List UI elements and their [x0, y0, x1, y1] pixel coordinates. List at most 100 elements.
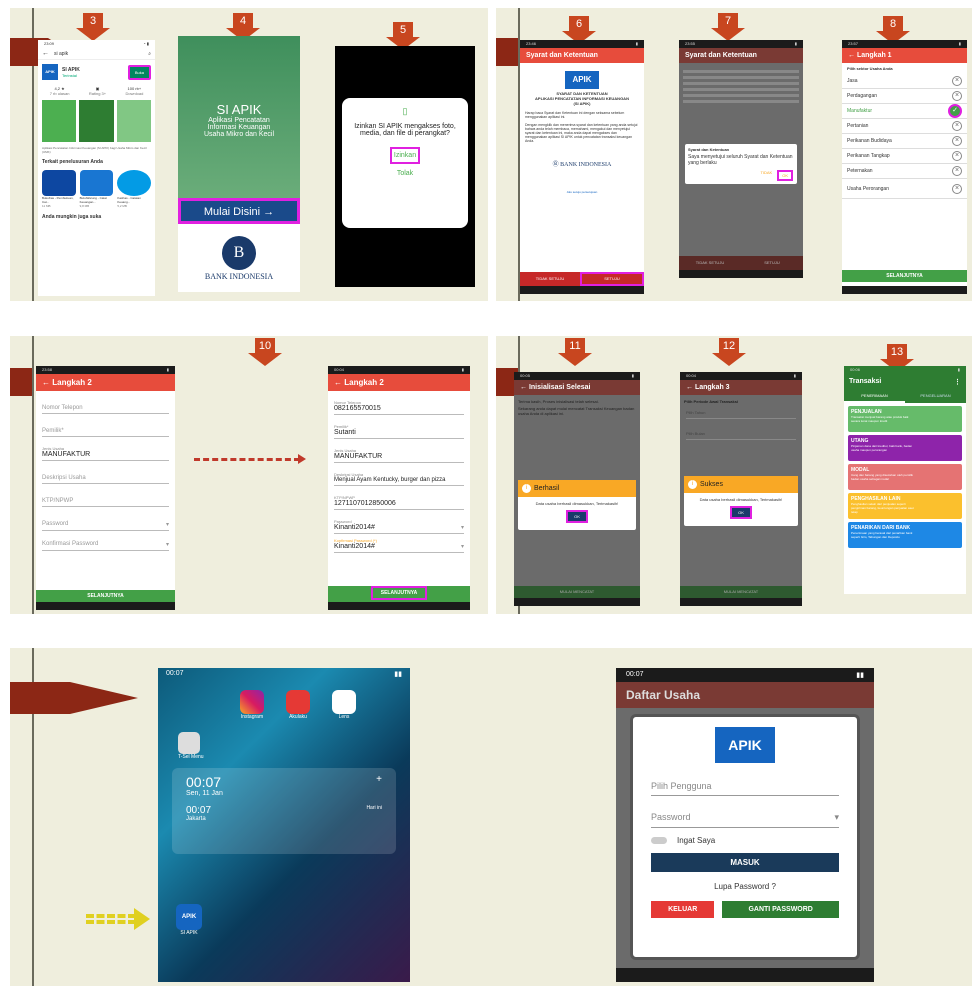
sector-row[interactable]: Perikanan Tangkap × — [842, 149, 967, 164]
related-app-3[interactable]: KasKas - Catatan Keuang... — [117, 196, 151, 204]
password-input[interactable]: Password ▾ — [651, 808, 839, 828]
ok-button[interactable]: OK — [730, 506, 752, 519]
desc-field[interactable]: Deskripsi Usaha Menjual Ayam Kentucky, bu… — [334, 463, 464, 486]
reject-button[interactable]: TIDAK SETUJU — [520, 272, 580, 286]
remember-toggle[interactable] — [651, 837, 667, 844]
open-button[interactable]: Buka — [127, 64, 151, 80]
exit-button[interactable]: KELUAR — [651, 901, 715, 918]
eye-icon[interactable]: ▾ — [834, 812, 839, 823]
allow-button[interactable]: Izinkan — [390, 147, 420, 164]
init-text-1: Terima kasih, Proses inisialisasi telah … — [518, 399, 599, 404]
sector-label-6: Peternakan — [847, 168, 873, 174]
cancel-button[interactable]: TIDAK — [760, 170, 772, 181]
ktp-field[interactable]: KTP/NPWP — [42, 484, 169, 507]
sector-row[interactable]: Peternakan × — [842, 164, 967, 179]
back-icon[interactable]: ← — [520, 384, 527, 391]
clock-widget[interactable]: 00:07 + Sen, 11 Jan 00:07 Hari ini Jakarta — [172, 768, 396, 854]
related-title: Terkait penelusuran Anda — [42, 159, 103, 165]
desc-field[interactable]: Deskripsi Usaha — [42, 461, 169, 484]
search-query[interactable]: si apik — [54, 51, 148, 57]
apik-app-icon[interactable]: APIK — [42, 64, 58, 80]
back-icon[interactable]: ← — [334, 378, 342, 387]
tab-income[interactable]: PENERIMAAN — [844, 390, 905, 403]
apik-app-icon[interactable]: APIK — [176, 904, 202, 930]
splash-sub-2: Informasi Keuangan — [207, 124, 271, 131]
next-button[interactable]: SELANJUTNYA — [328, 586, 470, 602]
age-rating: Rating 3+ — [88, 91, 107, 96]
start-button[interactable]: Mulai Disini → — [178, 198, 300, 224]
month-field: Pilih Bulan — [686, 419, 796, 440]
confirm-field[interactable]: Konfirmasi Password (*) Kinanti2014# ▾ — [334, 534, 464, 553]
step-arrow-12: 12 — [712, 338, 746, 366]
instagram-icon[interactable] — [240, 690, 264, 714]
confirm-field[interactable]: Konfirmasi Password ▾ — [42, 531, 169, 551]
trans-header: Transaksi ⋮ — [844, 374, 966, 390]
sector-row[interactable]: Usaha Perorangan × — [842, 179, 967, 199]
cat-bank-withdraw[interactable]: PENARIKAN DARI BANK Penerimaan yang beras… — [848, 522, 962, 548]
accept-button[interactable]: SETUJU — [580, 272, 644, 286]
ktp-value: 1271107012850006 — [334, 500, 396, 507]
deny-button[interactable]: Tolak — [342, 170, 468, 177]
screenshot-2[interactable] — [79, 100, 114, 142]
forgot-link[interactable]: Lupa Password ? — [651, 882, 839, 891]
login-button[interactable]: MASUK — [651, 853, 839, 872]
folder-icon[interactable] — [178, 732, 200, 754]
sector-row[interactable]: Pertanian × — [842, 119, 967, 134]
cat-sales[interactable]: PENJUALAN Transaksi menjual barang atau p… — [848, 406, 962, 432]
terms-header-dim: Syarat dan Ketentuan — [679, 48, 803, 63]
phone-field[interactable]: Nomor Telepon 082165570015 — [334, 391, 464, 415]
owner-field[interactable]: Pemilik* — [42, 414, 169, 437]
change-password-button[interactable]: GANTI PASSWORD — [722, 901, 839, 918]
akulaku-icon[interactable] — [286, 690, 310, 714]
back-icon[interactable]: ← — [42, 378, 50, 387]
bukuwarung-icon[interactable] — [79, 170, 114, 196]
back-icon[interactable]: ← — [848, 52, 855, 59]
cat-debt[interactable]: UTANG Pinjaman dana dari kreditur, baik b… — [848, 435, 962, 461]
terms-link[interactable]: Aku setuju persetujuan — [520, 190, 644, 194]
user-select[interactable]: Pilih Pengguna — [651, 777, 839, 796]
search-icon[interactable]: ⌕ — [148, 51, 151, 57]
type-field[interactable]: Jenis Usaha MANUFAKTUR — [42, 437, 169, 461]
password-field[interactable]: Password Kinanti2014# ▾ — [334, 510, 464, 534]
type-field[interactable]: Jenis Usaha MANUFAKTUR — [334, 439, 464, 463]
owner-field[interactable]: Pemilik* Sutanti — [334, 415, 464, 439]
eye-icon[interactable]: ▾ — [461, 543, 464, 550]
tab-expense[interactable]: PENGELUARAN — [905, 390, 966, 403]
back-icon[interactable]: ← — [686, 384, 693, 391]
kaskas-icon[interactable] — [117, 170, 152, 196]
cat-other-income[interactable]: PENGHASILAN LAIN Penghasilan selain dari … — [848, 493, 962, 519]
eye-icon[interactable]: ▾ — [461, 524, 464, 531]
sector-row-selected[interactable]: Manufaktur ✓ — [842, 104, 967, 119]
screenshot-1[interactable] — [42, 100, 77, 142]
bukukas-icon[interactable] — [42, 170, 76, 196]
related-size-1: 11 MB — [42, 204, 51, 208]
lens-icon[interactable] — [332, 690, 356, 714]
step3-header: ← Langkah 3 — [680, 380, 802, 395]
remember-label: Ingat Saya — [677, 836, 716, 845]
next-button[interactable]: SELANJUTNYA — [36, 590, 175, 602]
ktp-field[interactable]: KTP/NPWP 1271107012850006 — [334, 486, 464, 510]
password-placeholder: Password — [651, 812, 691, 822]
plus-icon[interactable]: + — [376, 774, 382, 790]
eye-icon[interactable]: ▾ — [166, 541, 169, 548]
year-placeholder: Pilih Tahun — [686, 410, 706, 415]
phone-field[interactable]: Nomor Telepon — [42, 391, 169, 414]
sector-row[interactable]: Perdagangan × — [842, 89, 967, 104]
password-field[interactable]: Password ▾ — [42, 507, 169, 531]
cat-capital[interactable]: MODAL Uang dan barang yang disetorkan ole… — [848, 464, 962, 490]
related-app-2[interactable]: BukuWarung - Catat Keuangan... — [80, 196, 114, 204]
related-app-1[interactable]: BukuKas - Pembukuan, Cat... — [42, 196, 76, 204]
next-button[interactable]: SELANJUTNYA — [842, 270, 967, 282]
accept-button-dim: SETUJU — [764, 260, 780, 265]
ok-button[interactable]: OK — [566, 510, 588, 523]
reject-button-dim: TIDAK SETUJU — [695, 260, 725, 265]
ok-button[interactable]: OK — [777, 170, 793, 181]
bi-small-logo: Ⓑ BANK INDONESIA — [520, 159, 644, 168]
arrow-right-icon: → — [263, 206, 275, 218]
more-icon[interactable]: ⋮ — [954, 378, 961, 386]
sector-row[interactable]: Jasa × — [842, 74, 967, 89]
eye-icon[interactable]: ▾ — [166, 521, 169, 528]
sector-row[interactable]: Perikanan Budidaya × — [842, 134, 967, 149]
back-icon[interactable]: ← — [42, 50, 49, 57]
screenshot-3[interactable] — [116, 100, 151, 142]
